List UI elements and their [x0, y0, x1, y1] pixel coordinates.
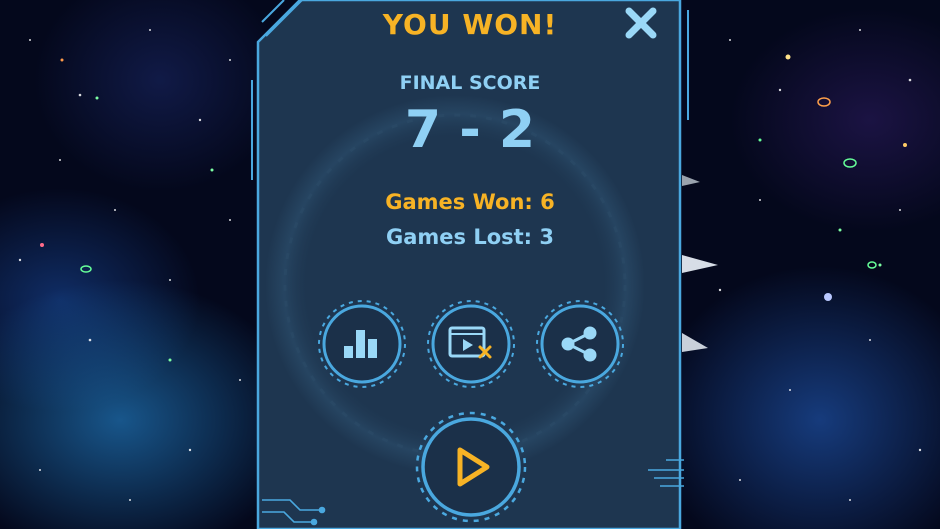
final-score-label: FINAL SCORE [399, 72, 541, 94]
win-title: YOU WON! [382, 8, 558, 41]
games-won-stat: Games Won: 6 [385, 190, 555, 214]
final-score-value: 7 - 2 [404, 100, 536, 160]
stats-button[interactable] [316, 298, 408, 390]
close-button[interactable] [618, 2, 664, 44]
close-icon [625, 7, 657, 39]
play-button[interactable] [414, 410, 528, 524]
games-lost-stat: Games Lost: 3 [385, 225, 554, 249]
share-button[interactable] [534, 298, 626, 390]
video-ad-button[interactable] [425, 298, 517, 390]
